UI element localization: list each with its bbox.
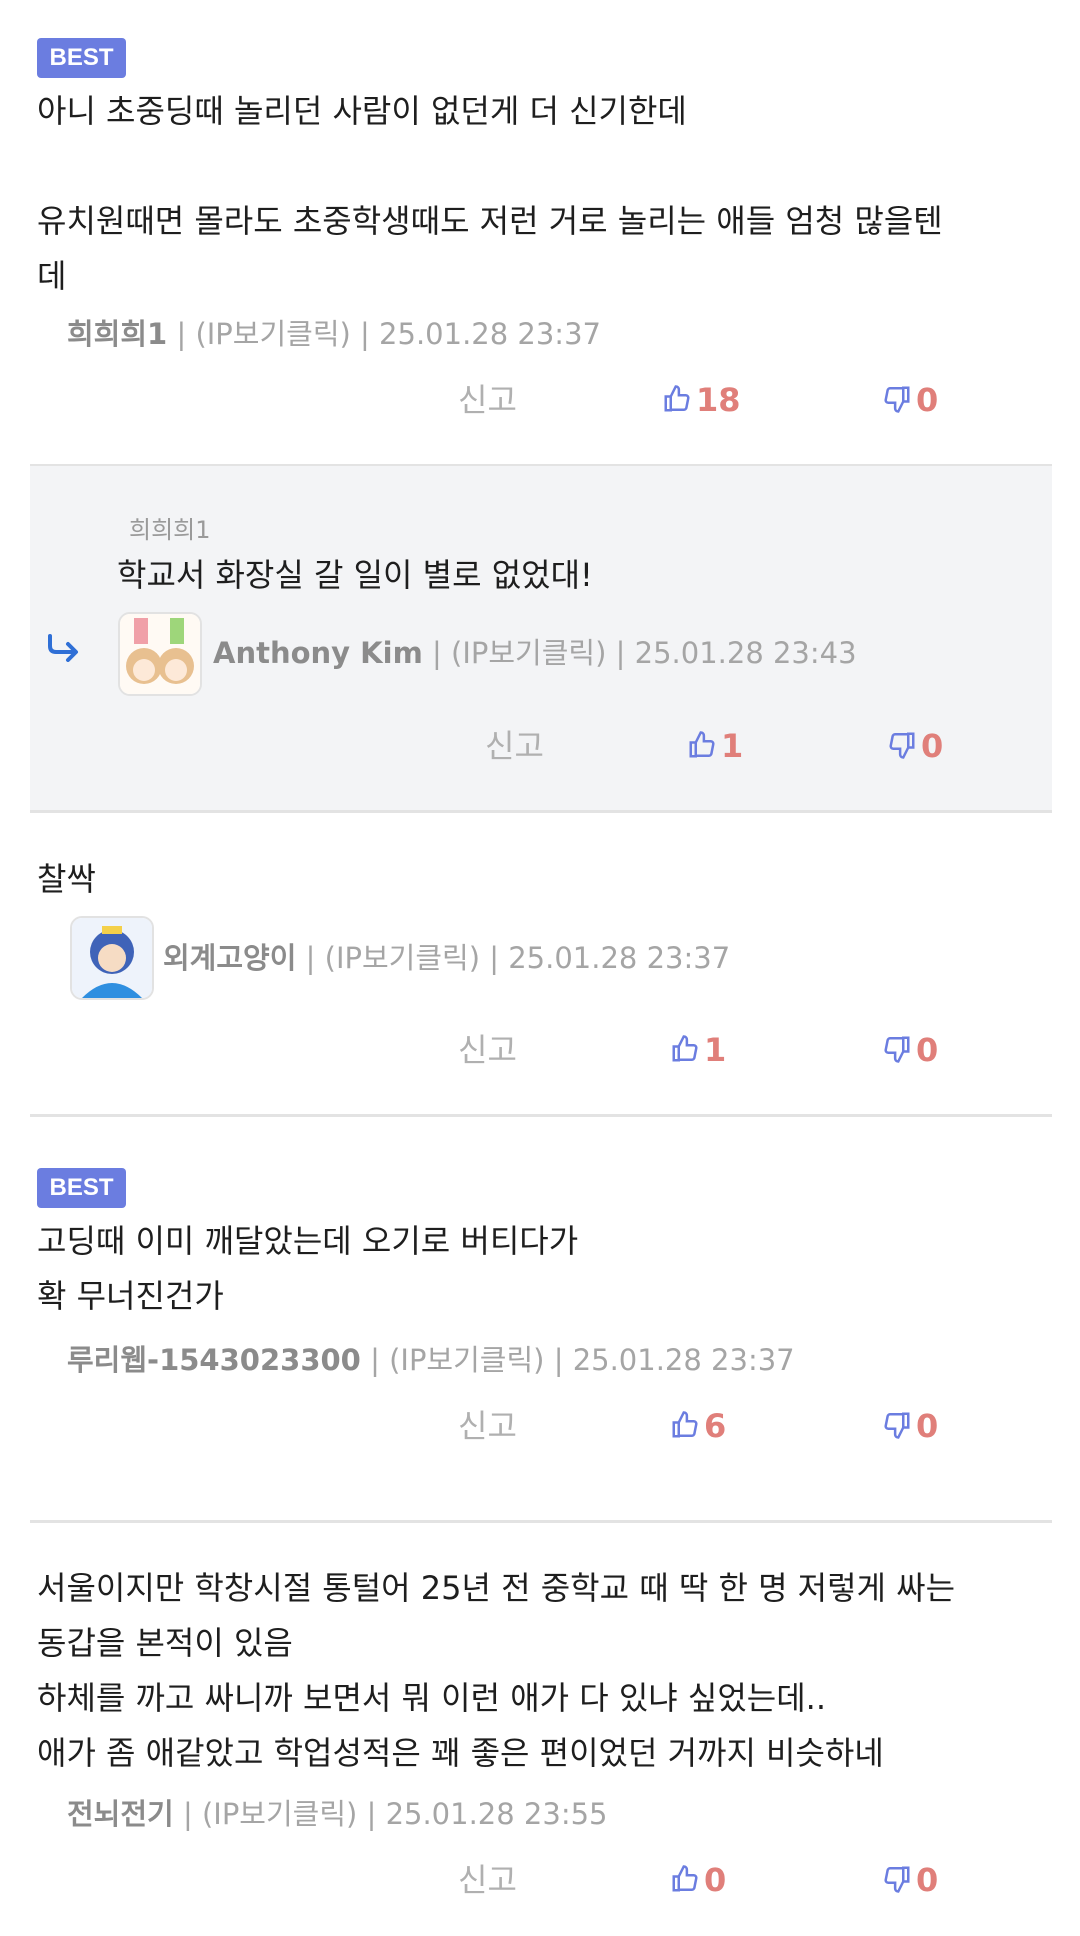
avatar[interactable]: [70, 916, 154, 1000]
dislike-count: 0: [916, 1861, 939, 1899]
comment-actions: 신고 1 0: [30, 716, 1052, 776]
thumbs-down-icon: [884, 386, 910, 413]
comment-meta: 루리웹-1543023300 | (IP보기클릭) | 25.01.28 23:…: [67, 1343, 795, 1377]
comment-text: 찰싹: [37, 860, 96, 898]
comment-actions: 신고 1 0: [30, 1020, 1052, 1080]
avatar-image: [120, 614, 200, 694]
separator: [30, 1114, 1052, 1117]
comment-actions: 신고 6 0: [30, 1396, 1052, 1456]
report-button[interactable]: 신고: [458, 370, 517, 430]
timestamp: 25.01.28 23:37: [572, 1343, 795, 1377]
thumbs-up-icon: [672, 1035, 698, 1062]
timestamp: 25.01.28 23:55: [385, 1797, 608, 1831]
comment-text: 학교서 화장실 갈 일이 별로 없었대!: [117, 556, 593, 594]
author-nickname[interactable]: 전뇌전기: [67, 1797, 174, 1831]
comment-meta: 희희희1 | (IP보기클릭) | 25.01.28 23:37: [67, 317, 601, 351]
reply-arrow-icon: [48, 634, 78, 662]
dislike-count: 0: [921, 727, 944, 765]
comment-meta: 외계고양이 | (IP보기클릭) | 25.01.28 23:37: [163, 941, 731, 975]
thumbs-up-icon: [689, 731, 715, 758]
dislike-count: 0: [916, 1031, 939, 1069]
timestamp: 25.01.28 23:37: [508, 941, 731, 975]
report-button[interactable]: 신고: [458, 1850, 517, 1910]
comment-list: BEST 아니 초중딩때 놀리던 사람이 없던게 더 신기한데 유치원때면 몰라…: [0, 0, 1080, 1936]
comment-actions: 신고 18 0: [30, 370, 1052, 430]
thumbs-down-icon: [884, 1036, 910, 1063]
like-button[interactable]: 1: [670, 1020, 726, 1080]
like-button[interactable]: 18: [662, 370, 741, 430]
author-nickname[interactable]: Anthony Kim: [213, 636, 423, 670]
author-nickname[interactable]: 루리웹-1543023300: [67, 1343, 361, 1377]
like-button[interactable]: 1: [687, 716, 743, 776]
dislike-button[interactable]: 0: [882, 1020, 938, 1080]
like-count: 0: [704, 1861, 727, 1899]
avatar-image: [72, 918, 152, 998]
report-button[interactable]: 신고: [458, 1396, 517, 1456]
report-button[interactable]: 신고: [458, 1020, 517, 1080]
dislike-button[interactable]: 0: [882, 370, 938, 430]
ip-link[interactable]: (IP보기클릭): [195, 317, 350, 351]
like-count: 1: [704, 1031, 727, 1069]
dislike-count: 0: [916, 381, 939, 419]
ip-link[interactable]: (IP보기클릭): [451, 636, 606, 670]
avatar[interactable]: [118, 612, 202, 696]
report-button[interactable]: 신고: [485, 716, 544, 776]
comment-text: 고딩때 이미 깨달았는데 오기로 버티다가 확 무너진건가: [37, 1222, 579, 1315]
thumbs-down-icon: [884, 1866, 910, 1893]
best-badge: BEST: [37, 38, 126, 78]
dislike-button[interactable]: 0: [882, 1396, 938, 1456]
comment-meta: Anthony Kim | (IP보기클릭) | 25.01.28 23:43: [213, 636, 857, 670]
separator: [30, 1520, 1052, 1523]
comment-text: 서울이지만 학창시절 통털어 25년 전 중학교 때 딱 한 명 저렇게 싸는 …: [37, 1569, 956, 1772]
best-badge: BEST: [37, 1168, 126, 1208]
ip-link[interactable]: (IP보기클릭): [389, 1343, 544, 1377]
like-button[interactable]: 0: [670, 1850, 726, 1910]
dislike-count: 0: [916, 1407, 939, 1445]
timestamp: 25.01.28 23:37: [379, 317, 601, 351]
comment-text: 아니 초중딩때 놀리던 사람이 없던게 더 신기한데 유치원때면 몰라도 초중학…: [37, 92, 943, 295]
thumbs-down-icon: [889, 732, 915, 759]
thumbs-up-icon: [672, 1411, 698, 1438]
thumbs-up-icon: [664, 385, 690, 412]
ip-link[interactable]: (IP보기클릭): [325, 941, 480, 975]
comment-meta: 전뇌전기 | (IP보기클릭) | 25.01.28 23:55: [67, 1797, 608, 1831]
dislike-button[interactable]: 0: [887, 716, 943, 776]
dislike-button[interactable]: 0: [882, 1850, 938, 1910]
timestamp: 25.01.28 23:43: [634, 636, 857, 670]
thumbs-down-icon: [884, 1412, 910, 1439]
comment-actions: 신고 0 0: [30, 1850, 1052, 1910]
ip-link[interactable]: (IP보기클릭): [202, 1797, 357, 1831]
like-count: 18: [696, 381, 741, 419]
author-nickname[interactable]: 외계고양이: [163, 941, 296, 975]
separator: [30, 810, 1052, 813]
like-count: 1: [721, 727, 744, 765]
like-button[interactable]: 6: [670, 1396, 726, 1456]
author-nickname[interactable]: 희희희1: [67, 317, 167, 351]
like-count: 6: [704, 1407, 727, 1445]
reply-parent-nickname: 희희희1: [129, 516, 211, 544]
thumbs-up-icon: [672, 1865, 698, 1892]
